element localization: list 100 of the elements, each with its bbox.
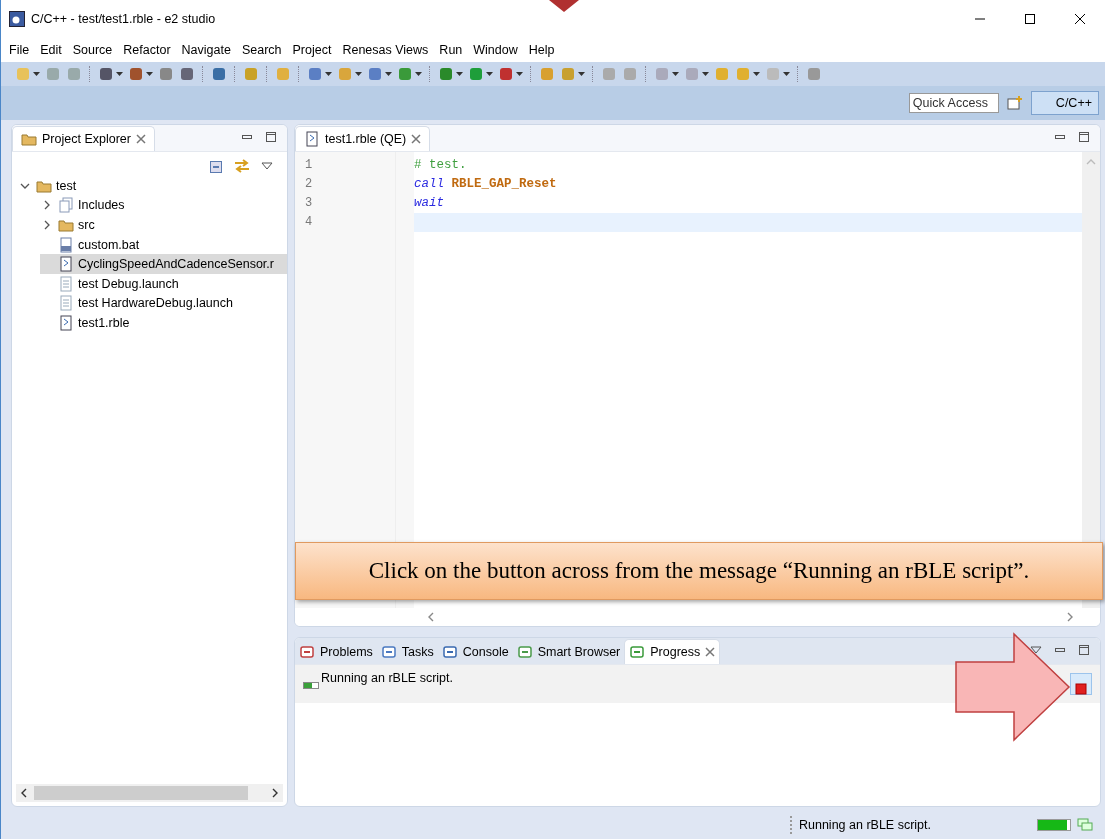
progress-bar[interactable] (1037, 819, 1071, 831)
caret-icon[interactable] (355, 71, 362, 77)
toolbar-icon[interactable] (158, 66, 174, 82)
panel-tab[interactable]: Problems (295, 640, 377, 664)
tree-item-label: Includes (78, 198, 125, 213)
view-menu-icon[interactable] (1030, 646, 1042, 654)
perspective-button[interactable]: C/C++ (1030, 91, 1099, 115)
maximize-icon[interactable] (265, 131, 277, 143)
tree-item[interactable]: CyclingSpeedAndCadenceSensor.r (40, 254, 287, 274)
menu-item[interactable]: Window (473, 43, 518, 57)
panel-tab-label: Project Explorer (42, 132, 131, 146)
view-menu-icon[interactable] (261, 162, 273, 170)
folder-icon (58, 217, 74, 233)
caret-icon[interactable] (116, 71, 123, 77)
menu-item[interactable]: Source (72, 43, 113, 57)
tree-item-label: test1.rble (78, 315, 130, 330)
app-logo-icon (9, 11, 25, 27)
link-arrows-icon[interactable] (233, 158, 251, 174)
code-line: # test. (414, 157, 468, 174)
caret-icon[interactable] (33, 71, 40, 77)
pointer-marker-icon (549, 0, 579, 12)
close-icon (1074, 13, 1086, 25)
toolbar-icon[interactable] (498, 66, 514, 82)
menu-item[interactable]: Run (439, 43, 463, 57)
caret-icon[interactable] (672, 71, 679, 77)
caret-icon[interactable] (702, 71, 709, 77)
panel-tab[interactable]: Progress (624, 639, 721, 664)
toolbar-icon[interactable] (211, 66, 227, 82)
tree-item-label: test Debug.launch (78, 276, 179, 291)
chevron-right-icon[interactable] (271, 788, 279, 798)
horizontal-scrollbar[interactable] (16, 784, 283, 802)
view-icon (441, 644, 458, 660)
caret-icon[interactable] (415, 71, 422, 77)
chevron-right-icon[interactable] (42, 200, 52, 211)
menu-item[interactable]: Project (292, 43, 332, 57)
caret-icon[interactable] (385, 71, 392, 77)
stop-icon (1075, 682, 1087, 695)
file-icon (304, 131, 320, 147)
toolbar-icon[interactable] (98, 66, 114, 82)
menu-item[interactable]: Search (241, 43, 282, 57)
tree-item[interactable]: Includes (40, 195, 287, 216)
window-title: C/C++ - test/test1.rble - e2 studio (31, 12, 216, 26)
tree-item[interactable]: test Debug.launch (40, 273, 287, 294)
view-icon (629, 644, 646, 660)
callout-box: Click on the button across from the message “Running an rBLE script”. (295, 542, 1103, 600)
editor-tab[interactable]: test1.rble (QE) (295, 126, 431, 151)
panel-tab[interactable]: Console (437, 640, 513, 664)
close-icon[interactable] (411, 134, 422, 144)
caret-icon[interactable] (753, 71, 760, 77)
progress-view-icon[interactable] (1077, 818, 1093, 832)
menu-item[interactable]: Navigate (181, 43, 231, 57)
panel-tab-label: Smart Browser (537, 645, 621, 659)
maximize-icon[interactable] (1078, 131, 1090, 143)
panel-tab-label: Problems (320, 645, 373, 659)
caret-icon[interactable] (146, 71, 153, 77)
chevron-right-icon[interactable] (42, 220, 52, 230)
collapse-all-icon[interactable] (207, 158, 223, 174)
file-icon (58, 295, 74, 312)
tree-item-label: src (78, 218, 95, 232)
toolbar-icon[interactable] (179, 66, 195, 82)
tree-item[interactable]: src (40, 215, 287, 235)
panel-tab[interactable]: Project Explorer (12, 126, 155, 151)
tree-item-label: test HardwareDebug.launch (78, 296, 233, 311)
caret-icon[interactable] (325, 71, 332, 77)
panel-tab[interactable]: Smart Browser (512, 640, 625, 664)
caret-icon[interactable] (486, 71, 493, 77)
quick-access-field[interactable]: Quick Access (908, 93, 999, 113)
tree-item-label: CyclingSpeedAndCadenceSensor.r (78, 257, 274, 272)
file-icon (58, 256, 74, 273)
open-perspective-icon[interactable] (1006, 95, 1023, 111)
menu-item[interactable]: Renesas Views (342, 43, 429, 57)
menu-item[interactable]: Edit (40, 43, 62, 57)
caret-icon[interactable] (783, 71, 790, 77)
maximize-icon (1024, 13, 1036, 25)
caret-icon[interactable] (516, 71, 523, 77)
folder-icon (21, 131, 37, 147)
caret-icon[interactable] (578, 71, 585, 77)
maximize-icon[interactable] (1078, 644, 1090, 656)
progress-message: Running an rBLE script. (321, 671, 454, 685)
tree-item[interactable]: test (18, 176, 287, 196)
line-number: 4 (305, 214, 314, 231)
panel-tab-label: Progress (650, 645, 701, 659)
chevron-left-icon[interactable] (20, 788, 28, 798)
line-number: 1 (305, 157, 314, 174)
menu-item[interactable]: File (9, 43, 30, 57)
code-line: wait (414, 195, 445, 212)
view-icon (516, 644, 533, 660)
close-icon[interactable] (705, 647, 716, 657)
tree-item[interactable]: custom.bat (40, 234, 287, 255)
tree-item-label: test (56, 178, 77, 193)
tree-item[interactable]: test1.rble (40, 313, 287, 333)
menu-item[interactable]: Refactor (123, 43, 171, 57)
tree-item-label: custom.bat (78, 237, 140, 252)
panel-tab[interactable]: Tasks (376, 640, 438, 664)
toolbar-icon[interactable] (128, 66, 144, 82)
tree-item[interactable]: test HardwareDebug.launch (40, 293, 287, 314)
menu-item[interactable]: Help (528, 43, 555, 57)
close-icon[interactable] (135, 134, 146, 144)
caret-icon[interactable] (456, 71, 463, 77)
stop-button[interactable] (1070, 673, 1092, 695)
